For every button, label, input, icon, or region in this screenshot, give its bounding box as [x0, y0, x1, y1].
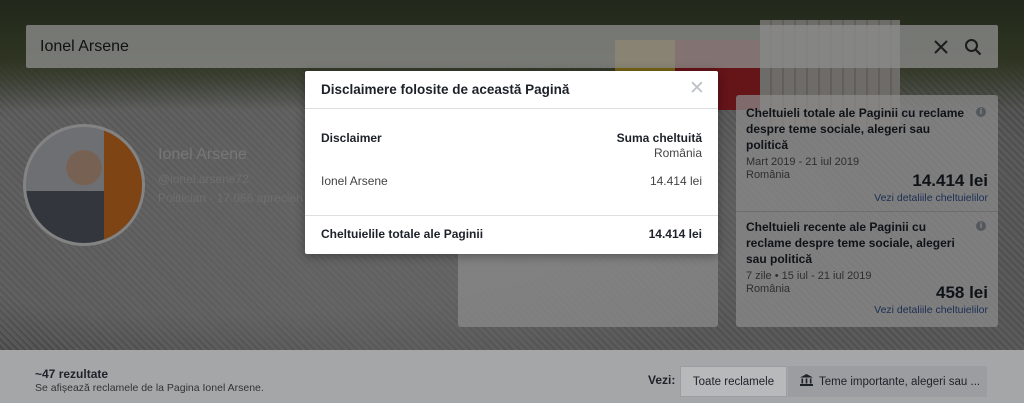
close-icon[interactable]: ✕: [688, 79, 706, 98]
political-ads-label: Teme importante, alegeri sau ...: [819, 375, 981, 388]
amount-column-country: România: [653, 146, 702, 160]
total-label: Cheltuielile totale ale Paginii: [321, 227, 484, 241]
all-ads-button[interactable]: Toate reclamele: [680, 366, 787, 397]
results-bar: ~47 rezultate Se afișează reclamele de l…: [0, 350, 1024, 403]
total-value: 14.414 lei: [648, 227, 702, 241]
disclaimer-row-name: Ionel Arsene: [321, 174, 388, 188]
all-ads-label: Toate reclamele: [692, 375, 775, 388]
results-description: Se afișează reclamele de la Pagina Ionel…: [35, 382, 264, 394]
filter-label: Vezi:: [648, 373, 676, 387]
bank-icon: [800, 374, 813, 389]
modal-title: Disclaimere folosite de această Pagină: [321, 82, 570, 97]
results-count: ~47 rezultate: [35, 367, 109, 381]
political-ads-button[interactable]: Teme importante, alegeri sau ...: [788, 366, 987, 397]
modal-footer: Cheltuielile totale ale Paginii 14.414 l…: [305, 215, 718, 253]
disclaimer-row-amount: 14.414 lei: [649, 174, 702, 188]
disclaimer-column-header: Disclaimer: [321, 131, 382, 145]
modal-body: Disclaimer Suma cheltuită România Ionel …: [305, 109, 718, 215]
modal-header: Disclaimere folosite de această Pagină ✕: [305, 71, 718, 109]
disclaimer-modal: Disclaimere folosite de această Pagină ✕…: [305, 71, 718, 254]
amount-column-header: Suma cheltuită: [616, 131, 702, 145]
